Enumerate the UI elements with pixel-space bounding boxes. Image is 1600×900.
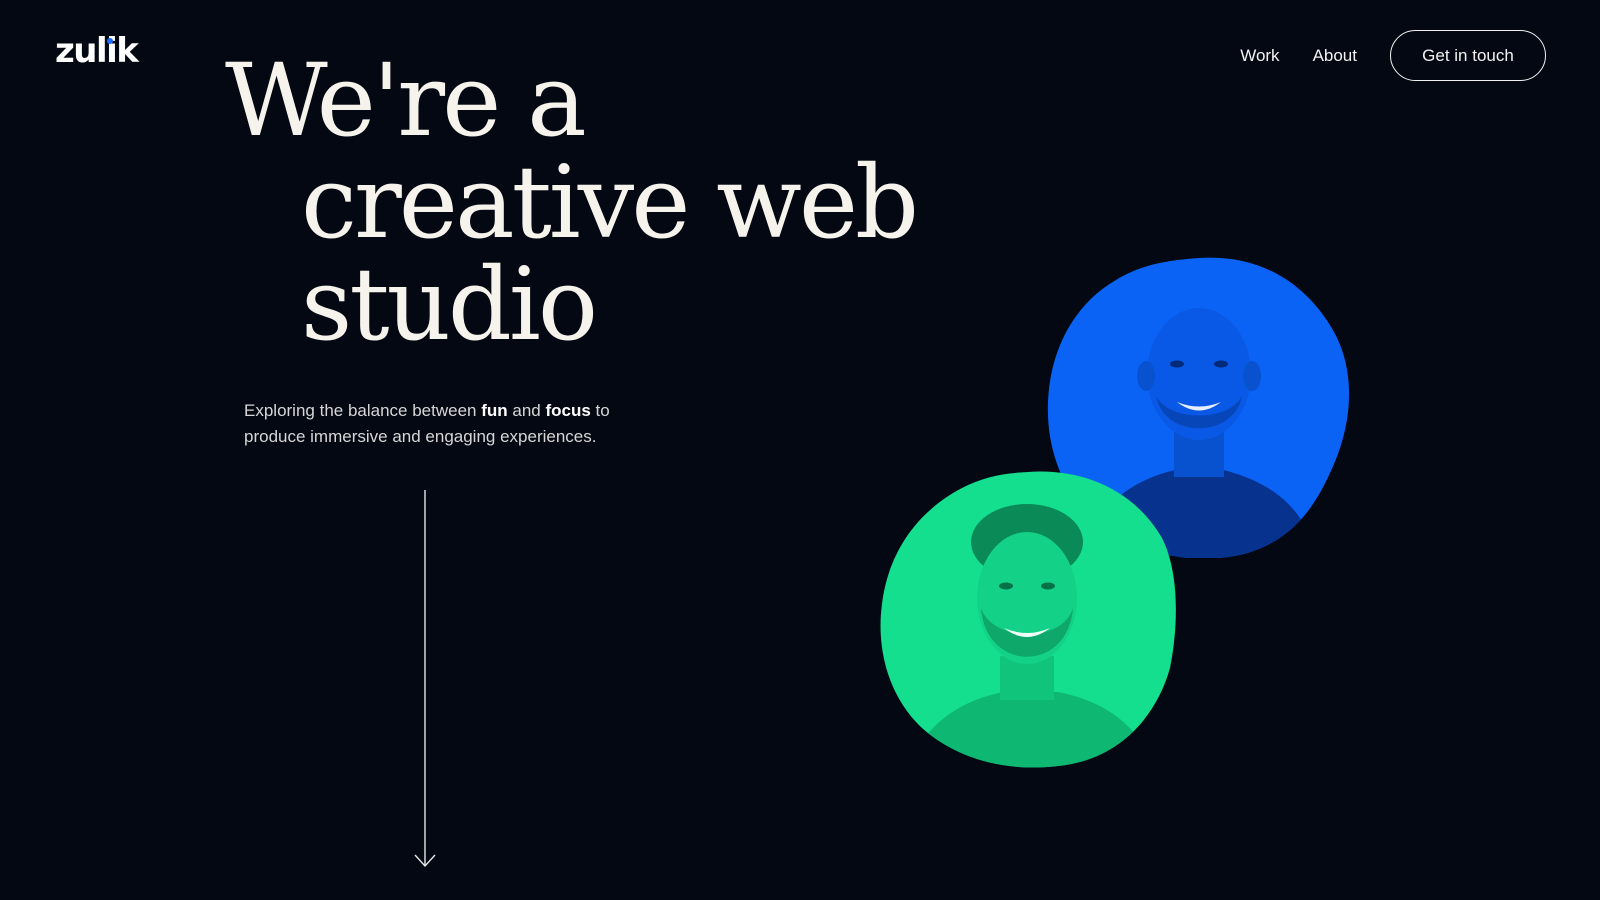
headline-line-1: We're a	[225, 42, 587, 159]
headline-line-3: studio	[301, 246, 598, 363]
headline-line-2: creative web	[301, 144, 919, 261]
tagline-strong-fun: fun	[481, 401, 508, 420]
logo-text: zulik	[55, 31, 139, 71]
tagline-strong-focus: focus	[545, 401, 591, 420]
main-nav: Work About Get in touch	[1240, 30, 1546, 81]
tagline-text-2: and	[507, 401, 546, 420]
logo-dot	[107, 38, 113, 44]
nav-link-work[interactable]: Work	[1240, 46, 1279, 66]
hero-headline: We're a creative web studio	[225, 42, 919, 363]
tagline-text-1: Exploring the balance between	[244, 401, 482, 420]
logo[interactable]: zulik	[55, 31, 139, 71]
hero-tagline: Exploring the balance between fun and fo…	[244, 398, 644, 450]
team-member-portrait-green	[880, 471, 1176, 768]
nav-link-about[interactable]: About	[1313, 46, 1357, 66]
get-in-touch-button[interactable]: Get in touch	[1390, 30, 1546, 81]
arrow-down-icon[interactable]	[414, 490, 436, 868]
